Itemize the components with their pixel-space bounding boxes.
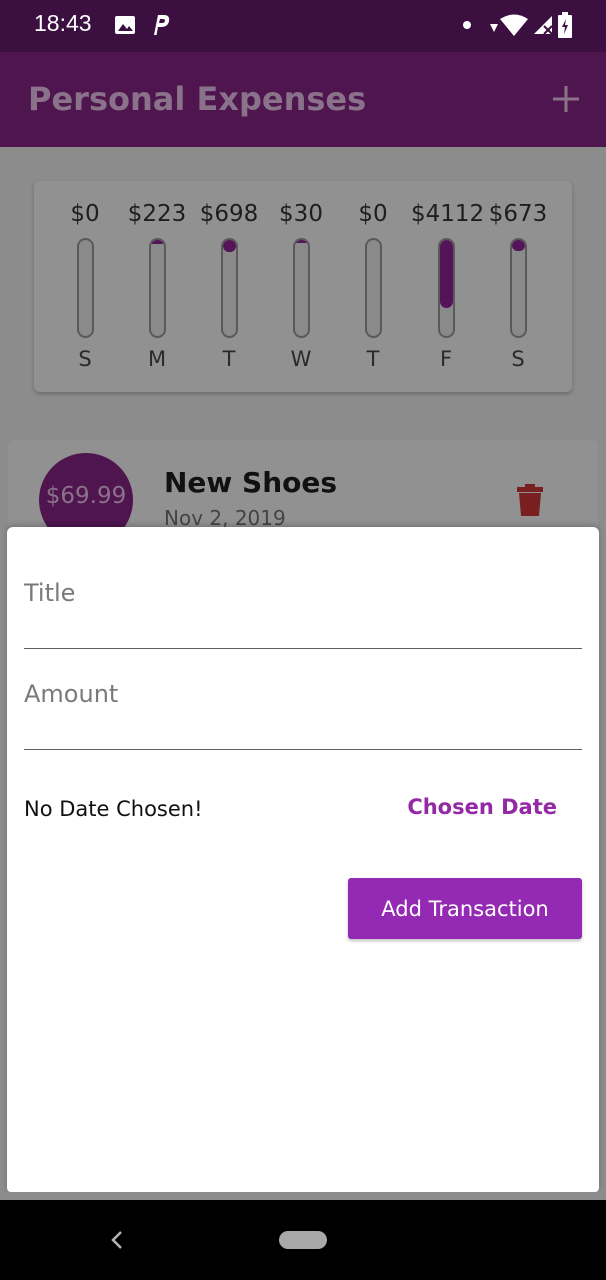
bar-track bbox=[77, 238, 94, 338]
bar-day-label: T bbox=[222, 347, 236, 371]
bar-track bbox=[221, 238, 238, 338]
amount-input[interactable] bbox=[24, 680, 582, 708]
bar-amount-label: $30 bbox=[279, 201, 323, 227]
bar-day-label: S bbox=[78, 347, 92, 371]
bar-track bbox=[365, 238, 382, 338]
chosen-date-button[interactable]: Chosen Date bbox=[407, 795, 557, 819]
bar-amount-label: $4112 bbox=[411, 201, 485, 227]
title-field bbox=[24, 579, 582, 649]
app-bar: Personal Expenses bbox=[0, 52, 606, 147]
p-icon bbox=[154, 15, 170, 35]
bar-fill bbox=[295, 240, 308, 243]
bar-day-label: F bbox=[439, 347, 453, 371]
wifi-icon bbox=[490, 14, 528, 36]
bar-amount-label: $223 bbox=[127, 201, 187, 227]
status-time: 18:43 bbox=[34, 10, 92, 36]
sheet-backdrop bbox=[0, 1192, 606, 1200]
no-date-text: No Date Chosen! bbox=[24, 797, 203, 821]
page-title: Personal Expenses bbox=[28, 80, 367, 118]
title-input[interactable] bbox=[24, 579, 582, 607]
bar-fill bbox=[151, 240, 164, 244]
transaction-card: $69.99 New Shoes Nov 2, 2019 bbox=[8, 440, 598, 547]
bar-day-label: M bbox=[147, 347, 167, 371]
status-bar: 18:43 bbox=[0, 0, 606, 52]
home-pill[interactable] bbox=[279, 1231, 327, 1249]
transaction-title: New Shoes bbox=[164, 466, 338, 499]
battery-icon bbox=[558, 12, 572, 38]
bar-track bbox=[293, 238, 310, 338]
signal-icon bbox=[534, 16, 553, 35]
bar-amount-label: $0 bbox=[70, 201, 100, 227]
navigation-bar bbox=[0, 1200, 606, 1280]
bar-amount-label: $0 bbox=[358, 201, 388, 227]
plus-icon[interactable] bbox=[549, 82, 583, 116]
dot-icon bbox=[463, 21, 471, 29]
bar-day-label: T bbox=[366, 347, 380, 371]
bar-day-label: W bbox=[290, 347, 312, 371]
date-row: No Date Chosen! Chosen Date bbox=[24, 795, 584, 837]
bar-track bbox=[149, 238, 166, 338]
back-icon[interactable] bbox=[107, 1228, 127, 1252]
bar-fill bbox=[512, 240, 525, 251]
bar-fill bbox=[223, 240, 236, 252]
bar-day-label: S bbox=[511, 347, 525, 371]
bar-track bbox=[510, 238, 527, 338]
image-icon bbox=[115, 16, 135, 34]
transaction-amount: $69.99 bbox=[45, 483, 127, 509]
add-transaction-button[interactable]: Add Transaction bbox=[348, 878, 582, 939]
bar-fill bbox=[440, 240, 453, 308]
bar-amount-label: $673 bbox=[488, 201, 548, 227]
trash-icon[interactable] bbox=[516, 484, 544, 516]
weekly-chart-card: $0 S $223 M $698 T $30 W $0 T $4112 F $673 S bbox=[34, 181, 572, 392]
add-transaction-sheet: No Date Chosen! Chosen Date Add Transact… bbox=[7, 527, 599, 1192]
amount-field bbox=[24, 680, 582, 750]
bar-amount-label: $698 bbox=[199, 201, 259, 227]
bar-track bbox=[438, 238, 455, 338]
